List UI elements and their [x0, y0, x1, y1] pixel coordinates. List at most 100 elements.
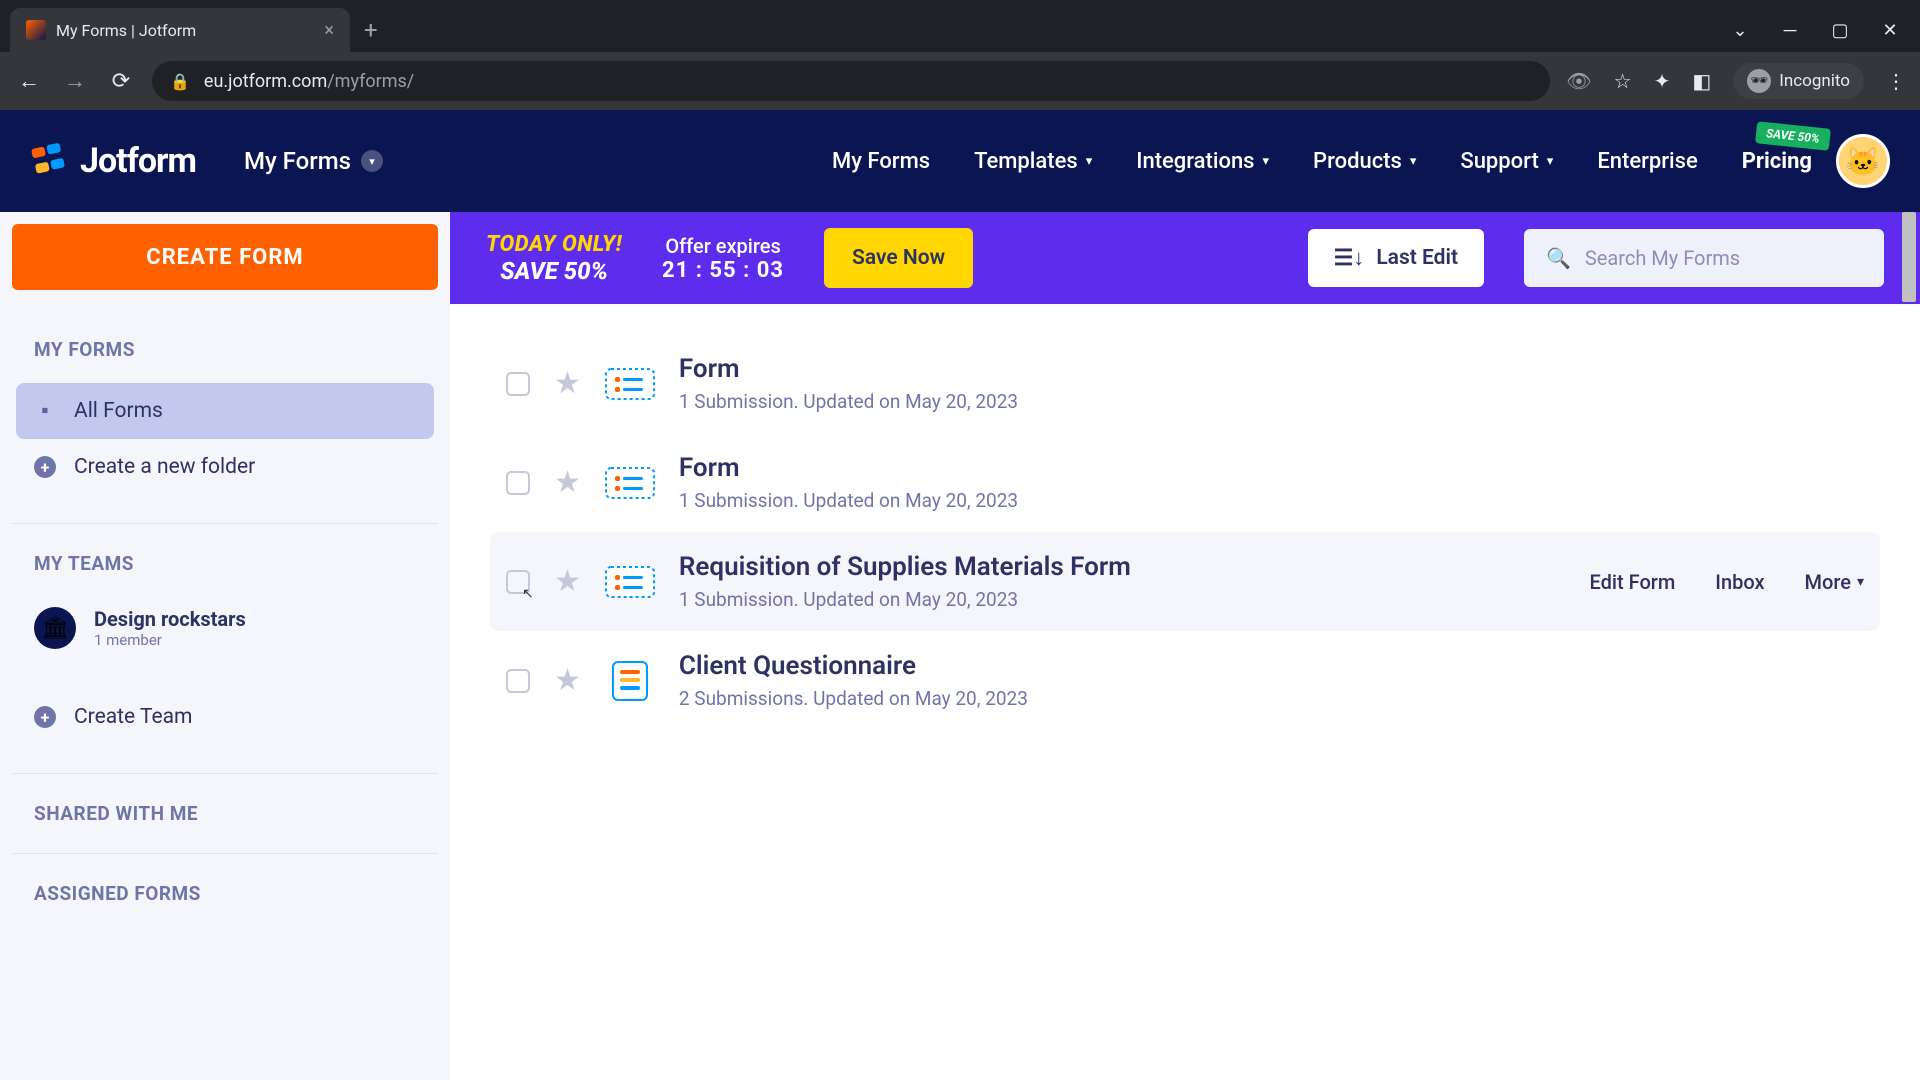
form-title: Requisition of Supplies Materials Form — [679, 552, 1566, 582]
checkbox[interactable] — [506, 471, 530, 495]
close-window-icon[interactable]: ✕ — [1880, 20, 1900, 40]
minimize-icon[interactable]: ─ — [1780, 20, 1800, 40]
nav-link-pricing[interactable]: SAVE 50%Pricing — [1742, 149, 1812, 174]
star-icon[interactable]: ★ — [554, 366, 581, 401]
form-row[interactable]: ★ Form 1 Submission. Updated on May 20, … — [490, 334, 1880, 433]
main-area: CREATE FORM MY FORMS ▪ All Forms + Creat… — [0, 212, 1920, 1080]
forward-icon[interactable]: → — [60, 68, 90, 94]
sidebar-item-label: Create a new folder — [74, 455, 255, 479]
promo-line2: SAVE 50% — [486, 257, 622, 285]
team-name: Design rockstars — [94, 607, 246, 631]
team-item[interactable]: 🏛 Design rockstars 1 member — [34, 597, 416, 659]
form-meta: 1 Submission. Updated on May 20, 2023 — [679, 489, 1864, 512]
divider — [12, 523, 438, 524]
search-box[interactable]: 🔍 — [1524, 229, 1884, 287]
star-icon[interactable]: ★ — [554, 465, 581, 500]
nav-link-label: Support — [1460, 149, 1538, 174]
sidebar-item-label: Create Team — [74, 705, 192, 729]
sidepanel-icon[interactable]: ◧ — [1692, 69, 1711, 93]
nav-links: My Forms Templates▾ Integrations ▾ Products ▾… — [832, 149, 1812, 174]
nav-link-integrations[interactable]: Integrations ▾ — [1136, 149, 1269, 174]
save-now-button[interactable]: Save Now — [824, 228, 973, 288]
nav-link-label: Templates — [974, 149, 1078, 174]
sidebar: CREATE FORM MY FORMS ▪ All Forms + Creat… — [0, 212, 450, 1080]
checkbox[interactable] — [506, 372, 530, 396]
form-title: Form — [679, 354, 1864, 384]
tab-title: My Forms | Jotform — [56, 21, 196, 40]
inbox-button[interactable]: Inbox — [1715, 570, 1764, 594]
offer-timer: 21 : 55 : 03 — [662, 258, 784, 283]
form-info: Requisition of Supplies Materials Form 1… — [679, 552, 1566, 611]
form-list: ↖ ★ Form 1 Submission. Updated on May 20… — [450, 304, 1920, 1080]
logo-text: Jotform — [80, 141, 196, 181]
app-header: Jotform My Forms ▾ My FormsTemplates▾Int… — [0, 110, 1920, 212]
edit-form-button[interactable]: Edit Form — [1590, 570, 1676, 594]
scroll-thumb[interactable] — [1902, 212, 1916, 302]
avatar[interactable]: 🐱 — [1836, 134, 1890, 188]
form-meta: 1 Submission. Updated on May 20, 2023 — [679, 588, 1566, 611]
form-row[interactable]: ★ Client Questionnaire 2 Submissions. Up… — [490, 631, 1880, 730]
star-icon[interactable]: ★ — [554, 564, 581, 599]
url-input[interactable]: 🔒 eu.jotform.com/myforms/ — [152, 61, 1550, 101]
back-icon[interactable]: ← — [14, 68, 44, 94]
nav-link-support[interactable]: Support▾ — [1460, 149, 1553, 174]
checkbox[interactable] — [506, 669, 530, 693]
maximize-icon[interactable]: ▢ — [1830, 20, 1850, 40]
promo-line1: TODAY ONLY! — [486, 232, 622, 257]
logo[interactable]: Jotform — [30, 141, 196, 181]
assigned-heading: ASSIGNED FORMS — [34, 882, 416, 905]
reload-icon[interactable]: ⟳ — [106, 69, 136, 94]
favicon-icon — [26, 20, 46, 40]
nav-link-enterprise[interactable]: Enterprise — [1597, 149, 1697, 174]
workspace-label: My Forms — [244, 147, 351, 175]
form-meta: 1 Submission. Updated on May 20, 2023 — [679, 390, 1864, 413]
menu-icon[interactable]: ⋮ — [1886, 69, 1906, 93]
offer-text: Offer expires 21 : 55 : 03 — [662, 234, 784, 283]
search-icon: 🔍 — [1546, 246, 1571, 270]
my-forms-heading: MY FORMS — [34, 338, 416, 361]
offer-label: Offer expires — [662, 234, 784, 258]
nav-link-my-forms[interactable]: My Forms — [832, 149, 930, 174]
form-info: Form 1 Submission. Updated on May 20, 20… — [679, 453, 1864, 512]
tabs-dropdown-icon[interactable]: ⌄ — [1730, 20, 1750, 40]
more-button[interactable]: More ▾ — [1805, 570, 1864, 594]
form-title: Form — [679, 453, 1864, 483]
incognito-label: Incognito — [1779, 71, 1850, 91]
close-tab-icon[interactable]: × — [324, 20, 334, 41]
nav-link-templates[interactable]: Templates▾ — [974, 149, 1092, 174]
sort-button[interactable]: ☰↓ Last Edit — [1308, 229, 1484, 287]
divider — [12, 853, 438, 854]
save-badge: SAVE 50% — [1755, 121, 1830, 151]
star-icon[interactable]: ★ — [554, 663, 581, 698]
new-tab-button[interactable]: + — [350, 16, 392, 52]
sidebar-item-all-forms[interactable]: ▪ All Forms — [16, 383, 434, 439]
create-form-button[interactable]: CREATE FORM — [12, 224, 438, 290]
lock-icon: 🔒 — [170, 72, 190, 91]
eye-off-icon[interactable]: 👁 — [1566, 69, 1591, 93]
chevron-down-icon: ▾ — [1410, 154, 1417, 169]
sidebar-item-create-team[interactable]: + Create Team — [16, 689, 434, 745]
incognito-badge[interactable]: 🕶 Incognito — [1733, 63, 1864, 99]
extensions-icon[interactable]: ✦ — [1654, 69, 1671, 93]
incognito-icon: 🕶 — [1747, 69, 1771, 93]
workspace-dropdown[interactable]: My Forms ▾ — [244, 147, 383, 175]
form-row[interactable]: ★ Form 1 Submission. Updated on May 20, … — [490, 433, 1880, 532]
nav-link-products[interactable]: Products ▾ — [1313, 149, 1416, 174]
nav-link-label: Products — [1313, 149, 1402, 174]
sidebar-item-create-folder[interactable]: + Create a new folder — [16, 439, 434, 495]
form-type-icon — [605, 658, 655, 704]
checkbox[interactable] — [506, 570, 530, 594]
star-icon[interactable]: ☆ — [1614, 69, 1632, 93]
chevron-down-icon: ▾ — [1857, 574, 1864, 590]
window-controls: ⌄ ─ ▢ ✕ — [1710, 20, 1920, 52]
content: TODAY ONLY! SAVE 50% Offer expires 21 : … — [450, 212, 1920, 1080]
plus-icon: + — [34, 456, 56, 478]
nav-link-label: Integrations — [1136, 149, 1254, 174]
chevron-down-icon: ▾ — [1263, 154, 1270, 169]
chevron-down-icon: ▾ — [361, 150, 383, 172]
search-input[interactable] — [1585, 246, 1862, 270]
browser-tab[interactable]: My Forms | Jotform × — [10, 8, 350, 52]
form-meta: 2 Submissions. Updated on May 20, 2023 — [679, 687, 1864, 710]
scrollbar[interactable] — [1900, 212, 1918, 1080]
form-row[interactable]: ★ Requisition of Supplies Materials Form… — [490, 532, 1880, 631]
